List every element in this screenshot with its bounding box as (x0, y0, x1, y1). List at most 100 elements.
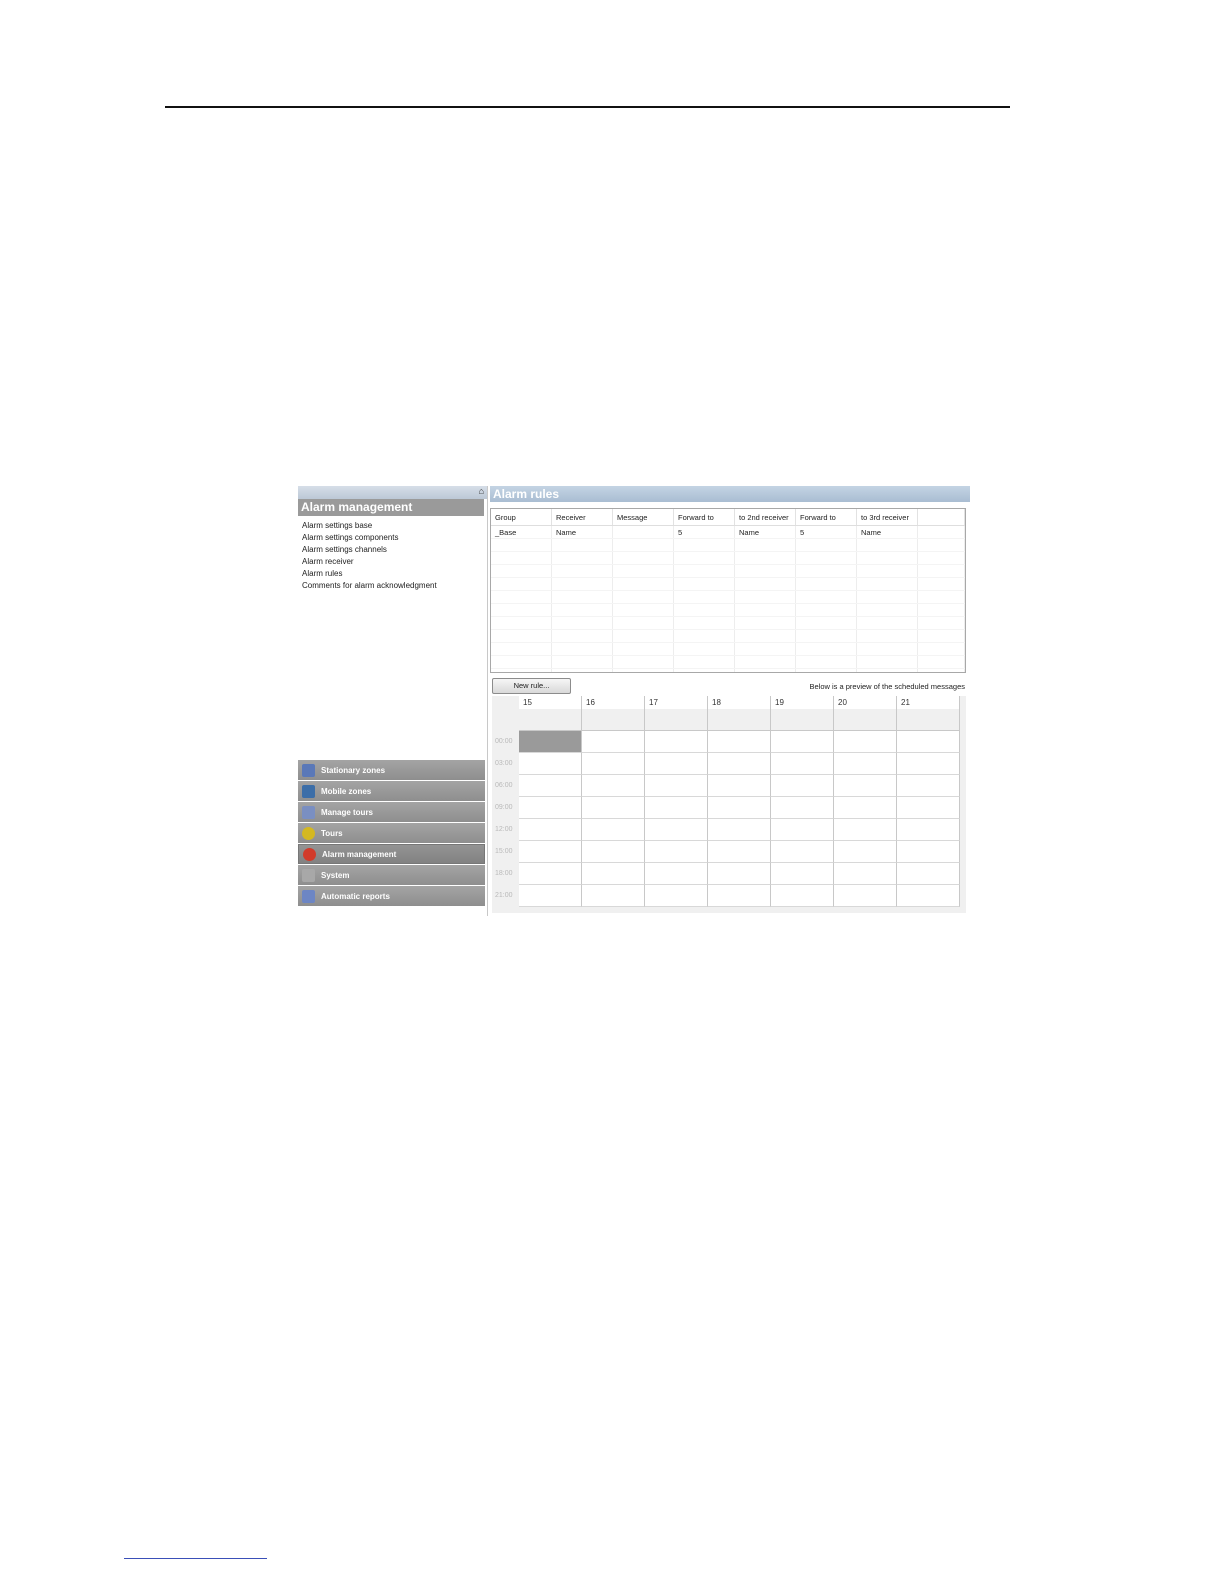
schedule-slot[interactable] (645, 775, 708, 797)
table-row[interactable]: _Base Name 5 Name 5 Name (491, 525, 965, 539)
column-header-receiver[interactable]: Receiver (551, 509, 613, 526)
day-column: 16 (582, 696, 645, 913)
section-alarm-management[interactable]: Alarm management (298, 844, 485, 864)
schedule-slot[interactable] (708, 841, 771, 863)
schedule-slot[interactable] (897, 731, 960, 753)
schedule-slot[interactable] (708, 863, 771, 885)
schedule-slot[interactable] (582, 775, 645, 797)
schedule-slot[interactable] (645, 797, 708, 819)
section-system[interactable]: System (298, 865, 485, 885)
column-header-forward-to[interactable]: Forward to (673, 509, 735, 526)
schedule-slot[interactable] (897, 885, 960, 907)
schedule-slot[interactable] (645, 885, 708, 907)
day-header[interactable]: 16 (582, 696, 645, 731)
schedule-slot[interactable] (708, 797, 771, 819)
nav-link-alarm-rules[interactable]: Alarm rules (302, 568, 487, 580)
schedule-slot[interactable] (708, 819, 771, 841)
schedule-slot[interactable] (582, 753, 645, 775)
table-cell: 5 (795, 525, 857, 539)
schedule-slot[interactable] (645, 841, 708, 863)
schedule-slot[interactable] (834, 753, 897, 775)
schedule-slot[interactable] (834, 797, 897, 819)
schedule-slot[interactable] (834, 775, 897, 797)
column-header-3rd-receiver[interactable]: to 3rd receiver (856, 509, 918, 526)
empty-row (491, 642, 965, 656)
nav-link-alarm-settings-base[interactable]: Alarm settings base (302, 520, 487, 532)
column-header-message[interactable]: Message (612, 509, 674, 526)
schedule-slot[interactable] (897, 753, 960, 775)
schedule-slot[interactable] (645, 753, 708, 775)
section-manage-tours[interactable]: Manage tours (298, 802, 485, 822)
schedule-slot[interactable] (519, 775, 582, 797)
schedule-slot[interactable] (645, 863, 708, 885)
schedule-slot[interactable] (897, 841, 960, 863)
schedule-slot[interactable] (897, 863, 960, 885)
schedule-slot[interactable] (708, 775, 771, 797)
schedule-slot[interactable] (519, 731, 582, 753)
day-header[interactable]: 19 (771, 696, 834, 731)
schedule-slot[interactable] (645, 731, 708, 753)
schedule-slot[interactable] (708, 731, 771, 753)
schedule-slot[interactable] (834, 819, 897, 841)
schedule-slot[interactable] (708, 885, 771, 907)
column-header-2nd-receiver[interactable]: to 2nd receiver (734, 509, 796, 526)
section-label: Mobile zones (321, 786, 372, 796)
new-rule-button[interactable]: New rule... (492, 678, 571, 694)
schedule-slot[interactable] (519, 841, 582, 863)
nav-link-comments-acknowledgment[interactable]: Comments for alarm acknowledgment (302, 580, 487, 592)
day-header[interactable]: 18 (708, 696, 771, 731)
schedule-slot[interactable] (771, 775, 834, 797)
pin-icon[interactable]: ⌂ (479, 486, 484, 496)
section-tours[interactable]: Tours (298, 823, 485, 843)
schedule-slot[interactable] (519, 753, 582, 775)
schedule-slot[interactable] (582, 731, 645, 753)
column-header-group[interactable]: Group (491, 509, 552, 526)
schedule-slot[interactable] (897, 819, 960, 841)
schedule-slot[interactable] (771, 819, 834, 841)
clipboard-icon (302, 805, 315, 819)
schedule-slot[interactable] (771, 841, 834, 863)
empty-row (491, 551, 965, 565)
content-pane: Alarm rules Group Receiver Message Forwa… (490, 486, 970, 916)
time-label: 18:00 (495, 870, 513, 877)
nav-link-alarm-settings-channels[interactable]: Alarm settings channels (302, 544, 487, 556)
schedule-slot[interactable] (897, 797, 960, 819)
schedule-slot[interactable] (771, 731, 834, 753)
schedule-slot[interactable] (582, 841, 645, 863)
schedule-slot[interactable] (519, 885, 582, 907)
empty-row (491, 616, 965, 630)
schedule-slot[interactable] (834, 841, 897, 863)
schedule-slot[interactable] (834, 885, 897, 907)
schedule-slot[interactable] (582, 863, 645, 885)
alarm-rules-table[interactable]: Group Receiver Message Forward to to 2nd… (490, 508, 966, 673)
schedule-slot[interactable] (771, 753, 834, 775)
section-label: Stationary zones (321, 765, 386, 775)
section-stationary-zones[interactable]: Stationary zones (298, 760, 485, 780)
schedule-slot[interactable] (708, 753, 771, 775)
schedule-slot[interactable] (771, 797, 834, 819)
column-header-forward-to-2[interactable]: Forward to (795, 509, 857, 526)
schedule-slot[interactable] (771, 885, 834, 907)
schedule-slot[interactable] (834, 863, 897, 885)
schedule-slot[interactable] (582, 885, 645, 907)
schedule-slot[interactable] (645, 819, 708, 841)
day-column: 17 (645, 696, 708, 913)
schedule-slot[interactable] (519, 863, 582, 885)
section-mobile-zones[interactable]: Mobile zones (298, 781, 485, 801)
day-header[interactable]: 17 (645, 696, 708, 731)
day-label: 21 (897, 696, 959, 709)
schedule-slot[interactable] (582, 797, 645, 819)
section-automatic-reports[interactable]: Automatic reports (298, 886, 485, 906)
schedule-slot[interactable] (519, 797, 582, 819)
nav-link-alarm-settings-components[interactable]: Alarm settings components (302, 532, 487, 544)
schedule-slot[interactable] (897, 775, 960, 797)
schedule-slot[interactable] (519, 819, 582, 841)
schedule-slot[interactable] (834, 731, 897, 753)
schedule-slot[interactable] (582, 819, 645, 841)
schedule-slot[interactable] (771, 863, 834, 885)
day-header[interactable]: 15 (519, 696, 582, 731)
day-header[interactable]: 20 (834, 696, 897, 731)
section-label: Tours (321, 828, 343, 838)
nav-link-alarm-receiver[interactable]: Alarm receiver (302, 556, 487, 568)
day-header[interactable]: 21 (897, 696, 960, 731)
